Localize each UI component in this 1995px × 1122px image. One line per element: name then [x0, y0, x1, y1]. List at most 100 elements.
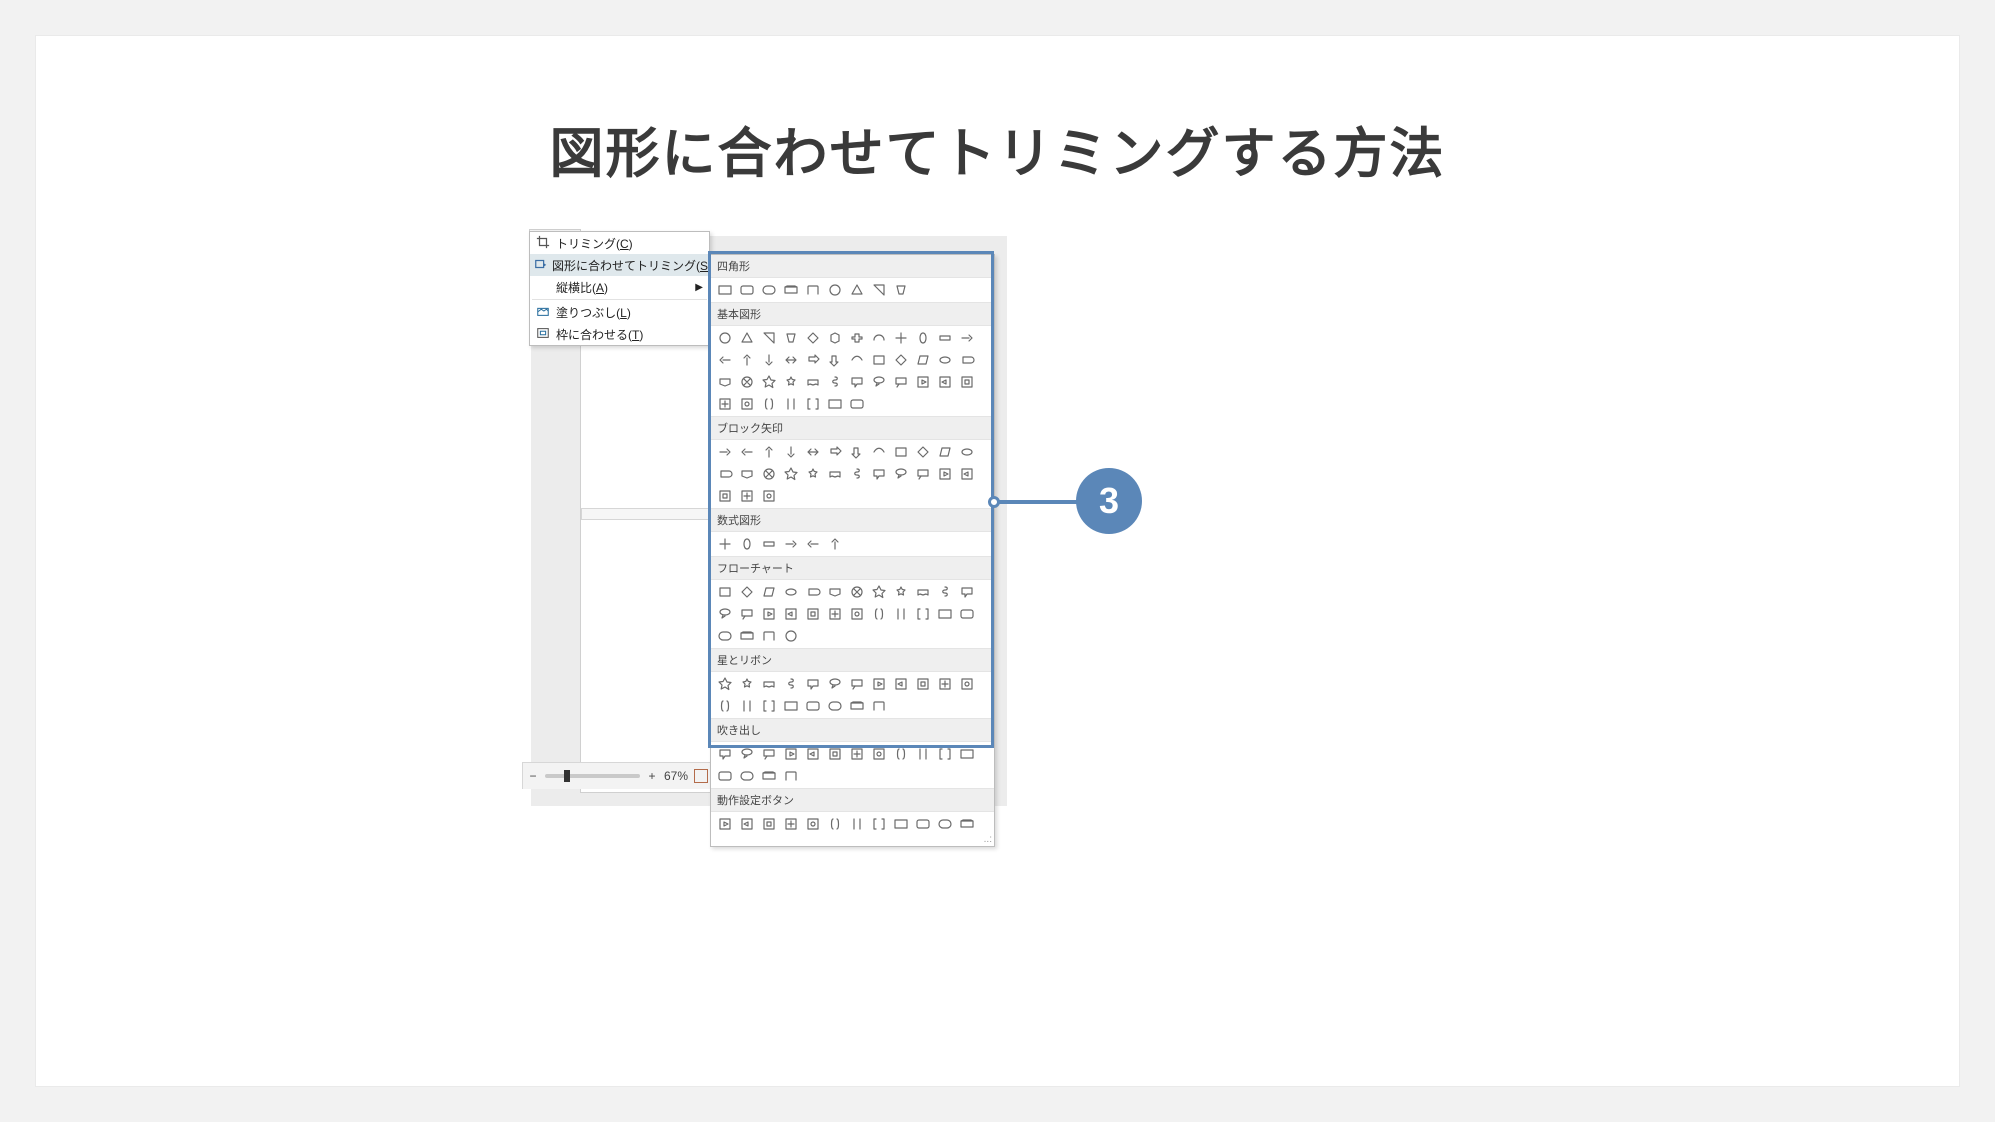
shape-option[interactable] [759, 766, 779, 786]
shape-option[interactable] [803, 582, 823, 602]
shape-option[interactable] [869, 604, 889, 624]
shape-option[interactable] [913, 372, 933, 392]
shape-option[interactable] [957, 350, 977, 370]
shape-option[interactable] [737, 766, 757, 786]
menu-item-5[interactable]: 枠に合わせる(T) [530, 323, 709, 345]
shape-option[interactable] [781, 604, 801, 624]
shape-option[interactable] [935, 744, 955, 764]
shape-option[interactable] [715, 394, 735, 414]
shape-option[interactable] [737, 534, 757, 554]
shape-option[interactable] [715, 582, 735, 602]
shape-option[interactable] [869, 280, 889, 300]
shape-option[interactable] [781, 766, 801, 786]
shape-option[interactable] [759, 280, 779, 300]
shape-option[interactable] [737, 674, 757, 694]
shape-option[interactable] [715, 814, 735, 834]
shape-option[interactable] [737, 328, 757, 348]
shape-option[interactable] [759, 814, 779, 834]
shape-option[interactable] [913, 350, 933, 370]
shape-option[interactable] [737, 582, 757, 602]
shape-option[interactable] [737, 464, 757, 484]
shape-option[interactable] [891, 328, 911, 348]
shape-option[interactable] [847, 604, 867, 624]
zoom-in-button[interactable]: + [646, 769, 658, 783]
shape-option[interactable] [825, 280, 845, 300]
shape-option[interactable] [737, 486, 757, 506]
shape-option[interactable] [759, 604, 779, 624]
shape-option[interactable] [737, 626, 757, 646]
shape-option[interactable] [715, 766, 735, 786]
shape-option[interactable] [803, 814, 823, 834]
shape-option[interactable] [825, 696, 845, 716]
shape-option[interactable] [715, 486, 735, 506]
shape-option[interactable] [803, 696, 823, 716]
shape-option[interactable] [869, 372, 889, 392]
shape-option[interactable] [759, 674, 779, 694]
zoom-slider-track[interactable] [545, 774, 640, 778]
shape-option[interactable] [715, 696, 735, 716]
shape-option[interactable] [759, 372, 779, 392]
shape-option[interactable] [759, 328, 779, 348]
shape-option[interactable] [781, 534, 801, 554]
crop-context-menu[interactable]: トリミング(C)図形に合わせてトリミング(S)▶縦横比(A)▶塗りつぶし(L)枠… [529, 231, 710, 346]
shape-option[interactable] [737, 442, 757, 462]
shape-option[interactable] [957, 442, 977, 462]
shape-option[interactable] [781, 582, 801, 602]
menu-item-2[interactable]: 縦横比(A)▶ [530, 276, 709, 298]
shapes-gallery[interactable]: 四角形基本図形ブロック矢印数式図形フローチャート星とリボン吹き出し動作設定ボタン… [710, 254, 995, 847]
shape-option[interactable] [847, 350, 867, 370]
shape-option[interactable] [803, 442, 823, 462]
shape-option[interactable] [869, 464, 889, 484]
shape-option[interactable] [715, 626, 735, 646]
shape-option[interactable] [935, 350, 955, 370]
shape-option[interactable] [759, 626, 779, 646]
shape-option[interactable] [869, 582, 889, 602]
shape-option[interactable] [891, 464, 911, 484]
shape-option[interactable] [825, 350, 845, 370]
shape-option[interactable] [759, 696, 779, 716]
shape-option[interactable] [759, 394, 779, 414]
shape-option[interactable] [803, 394, 823, 414]
shape-option[interactable] [891, 674, 911, 694]
shape-option[interactable] [803, 674, 823, 694]
shape-option[interactable] [803, 744, 823, 764]
zoom-bar[interactable]: − + 67% [522, 762, 712, 789]
shape-option[interactable] [891, 372, 911, 392]
shape-option[interactable] [847, 442, 867, 462]
fit-to-window-button[interactable] [694, 769, 708, 783]
shape-option[interactable] [781, 626, 801, 646]
shape-option[interactable] [935, 464, 955, 484]
shape-option[interactable] [847, 394, 867, 414]
shape-option[interactable] [737, 814, 757, 834]
shape-option[interactable] [891, 814, 911, 834]
shape-option[interactable] [759, 744, 779, 764]
shape-option[interactable] [781, 464, 801, 484]
shape-option[interactable] [847, 372, 867, 392]
shape-option[interactable] [825, 814, 845, 834]
zoom-out-button[interactable]: − [527, 769, 539, 783]
shape-option[interactable] [781, 328, 801, 348]
shape-option[interactable] [737, 394, 757, 414]
shape-option[interactable] [781, 814, 801, 834]
shape-option[interactable] [781, 372, 801, 392]
shape-option[interactable] [869, 350, 889, 370]
shape-option[interactable] [715, 350, 735, 370]
shape-option[interactable] [759, 350, 779, 370]
shape-option[interactable] [957, 464, 977, 484]
shape-option[interactable] [913, 814, 933, 834]
shape-option[interactable] [891, 280, 911, 300]
shape-option[interactable] [935, 328, 955, 348]
shape-option[interactable] [847, 674, 867, 694]
shape-option[interactable] [869, 442, 889, 462]
shape-option[interactable] [715, 534, 735, 554]
shape-option[interactable] [935, 442, 955, 462]
shape-option[interactable] [737, 350, 757, 370]
shape-option[interactable] [913, 328, 933, 348]
shape-option[interactable] [715, 464, 735, 484]
shape-option[interactable] [891, 582, 911, 602]
shape-option[interactable] [825, 534, 845, 554]
shape-option[interactable] [825, 744, 845, 764]
shape-option[interactable] [935, 582, 955, 602]
shape-option[interactable] [847, 744, 867, 764]
shape-option[interactable] [715, 442, 735, 462]
